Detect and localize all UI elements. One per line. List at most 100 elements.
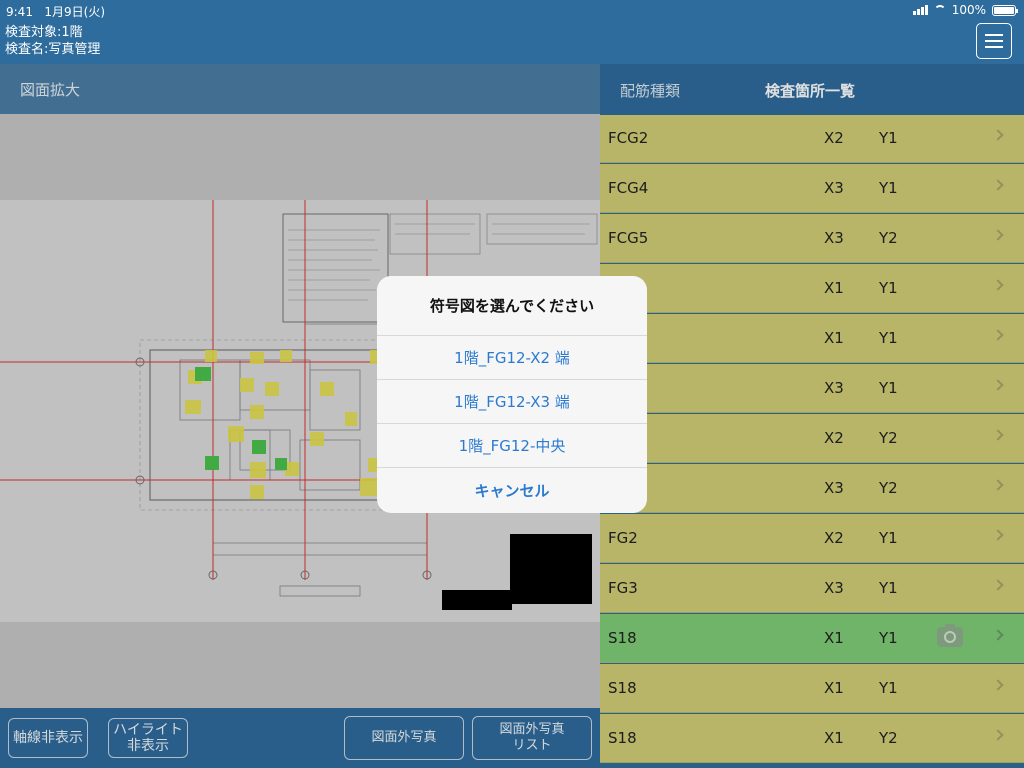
list-item-x-axis: X3 <box>824 479 844 497</box>
list-item-y-axis: Y1 <box>879 679 898 697</box>
inspection-location-list[interactable]: FCG2 X2 Y1 FCG4 X3 Y1 FCG5 X3 Y2 X1 Y1 X1 Y1 X3 Y1 X2 Y2… <box>600 115 1024 768</box>
list-item[interactable]: X3 Y1 <box>600 364 1024 413</box>
chevron-right-icon <box>992 479 1004 491</box>
list-item-x-axis: X2 <box>824 129 844 147</box>
list-item-y-axis: Y1 <box>879 629 898 647</box>
hide-axis-label: 軸線非表示 <box>13 730 83 746</box>
list-item-x-axis: X1 <box>824 729 844 747</box>
inspection-target: 検査対象:1階 <box>5 25 83 40</box>
app-header: 検査対象:1階 検査名:写真管理 <box>0 20 1024 64</box>
list-item[interactable]: X1 Y1 <box>600 264 1024 313</box>
list-item-y-axis: Y1 <box>879 329 898 347</box>
outside-photo-button[interactable]: 図面外写真 <box>344 716 464 760</box>
list-item-y-axis: Y2 <box>879 229 898 247</box>
list-item[interactable]: FCG5 X3 Y2 <box>600 214 1024 263</box>
inspection-info: 検査対象:1階 検査名:写真管理 <box>5 24 100 58</box>
dialog-option-x3-end[interactable]: 1階_FG12-X3 端 <box>377 380 647 424</box>
tab-inspection-list[interactable]: 検査箇所一覧 <box>765 80 855 101</box>
camera-icon[interactable] <box>937 624 963 647</box>
chevron-right-icon <box>992 729 1004 741</box>
chevron-right-icon <box>992 679 1004 691</box>
hide-highlight-label-1: ハイライト <box>113 722 183 738</box>
dialog-option-center[interactable]: 1階_FG12-中央 <box>377 424 647 468</box>
wifi-icon <box>933 5 946 15</box>
dialog-option-x2-end[interactable]: 1階_FG12-X2 端 <box>377 336 647 380</box>
list-item[interactable]: X3 Y2 <box>600 464 1024 513</box>
chevron-right-icon <box>992 579 1004 591</box>
hide-axis-button[interactable]: 軸線非表示 <box>8 718 88 758</box>
list-item-code: FG2 <box>608 529 638 547</box>
outside-photo-label: 図面外写真 <box>371 730 437 745</box>
list-item-code: S18 <box>608 729 637 747</box>
list-item-y-axis: Y1 <box>879 579 898 597</box>
list-item-x-axis: X3 <box>824 579 844 597</box>
list-item-y-axis: Y2 <box>879 729 898 747</box>
hide-highlight-button[interactable]: ハイライト 非表示 <box>108 718 188 758</box>
list-item[interactable]: FCG4 X3 Y1 <box>600 164 1024 213</box>
list-item[interactable]: X1 Y1 <box>600 314 1024 363</box>
dialog-cancel-button[interactable]: キャンセル <box>377 468 647 512</box>
chevron-right-icon <box>992 329 1004 341</box>
hamburger-menu-icon[interactable] <box>976 23 1012 59</box>
list-item-x-axis: X2 <box>824 429 844 447</box>
list-item-x-axis: X3 <box>824 179 844 197</box>
dialog-title: 符号図を選んでください <box>377 276 647 336</box>
chevron-right-icon <box>992 529 1004 541</box>
list-item[interactable]: S18 X1 Y2 <box>600 714 1024 763</box>
drawing-select-dialog: 符号図を選んでください 1階_FG12-X2 端 1階_FG12-X3 端 1階… <box>377 276 647 513</box>
chevron-right-icon <box>992 129 1004 141</box>
list-item-y-axis: Y1 <box>879 129 898 147</box>
list-item-y-axis: Y1 <box>879 379 898 397</box>
battery-icon <box>992 4 1018 16</box>
list-item-code: S18 <box>608 679 637 697</box>
chevron-right-icon <box>992 429 1004 441</box>
status-date: 1月9日(火) <box>44 5 106 19</box>
bottom-toolbar: 軸線非表示 ハイライト 非表示 図面外写真 図面外写真 リスト <box>0 708 600 768</box>
list-item-y-axis: Y1 <box>879 279 898 297</box>
chevron-right-icon <box>992 629 1004 641</box>
list-item-x-axis: X1 <box>824 329 844 347</box>
redaction-block <box>510 534 592 604</box>
hide-highlight-label-2: 非表示 <box>127 738 169 754</box>
list-item-x-axis: X3 <box>824 379 844 397</box>
list-item[interactable]: FCG2 X2 Y1 <box>600 115 1024 163</box>
list-item-code: FCG5 <box>608 229 649 247</box>
status-time: 9:41 <box>6 5 33 19</box>
list-item[interactable]: S18 X1 Y1 <box>600 614 1024 663</box>
list-item[interactable]: FG2 X2 Y1 <box>600 514 1024 563</box>
list-item-x-axis: X2 <box>824 529 844 547</box>
drawing-panel-header: 図面拡大 <box>0 64 600 114</box>
redaction-block <box>442 590 512 610</box>
list-item[interactable]: FG3 X3 Y1 <box>600 564 1024 613</box>
battery-fill <box>994 6 1014 14</box>
list-item-code: FCG2 <box>608 129 649 147</box>
list-item-x-axis: X1 <box>824 629 844 647</box>
chevron-right-icon <box>992 279 1004 291</box>
battery-percent: 100% <box>951 3 986 17</box>
chevron-right-icon <box>992 379 1004 391</box>
list-item-y-axis: Y2 <box>879 479 898 497</box>
list-item-x-axis: X1 <box>824 679 844 697</box>
list-item-x-axis: X3 <box>824 229 844 247</box>
list-item-y-axis: Y2 <box>879 429 898 447</box>
inspection-name: 検査名:写真管理 <box>5 42 101 57</box>
inspection-list-header: 配筋種類 検査箇所一覧 <box>600 64 1024 116</box>
list-item-x-axis: X1 <box>824 279 844 297</box>
list-item-code: FCG4 <box>608 179 649 197</box>
status-time-date: 9:41 1月9日(火) <box>6 3 105 20</box>
chevron-right-icon <box>992 229 1004 241</box>
list-item-code: FG3 <box>608 579 638 597</box>
status-indicators: 100% <box>912 3 1018 17</box>
outside-photo-list-label-2: リスト <box>512 738 552 753</box>
list-item[interactable]: X2 Y2 <box>600 414 1024 463</box>
list-item-y-axis: Y1 <box>879 179 898 197</box>
tab-rebar-type[interactable]: 配筋種類 <box>620 80 680 101</box>
list-item[interactable]: S18 X1 Y1 <box>600 664 1024 713</box>
status-bar: 9:41 1月9日(火) 100% <box>0 0 1024 20</box>
outside-photo-list-label-1: 図面外写真 <box>499 722 565 737</box>
drawing-panel-title: 図面拡大 <box>20 81 81 99</box>
list-item-code: S18 <box>608 629 637 647</box>
chevron-right-icon <box>992 179 1004 191</box>
outside-photo-list-button[interactable]: 図面外写真 リスト <box>472 716 592 760</box>
signal-icon <box>912 5 928 15</box>
